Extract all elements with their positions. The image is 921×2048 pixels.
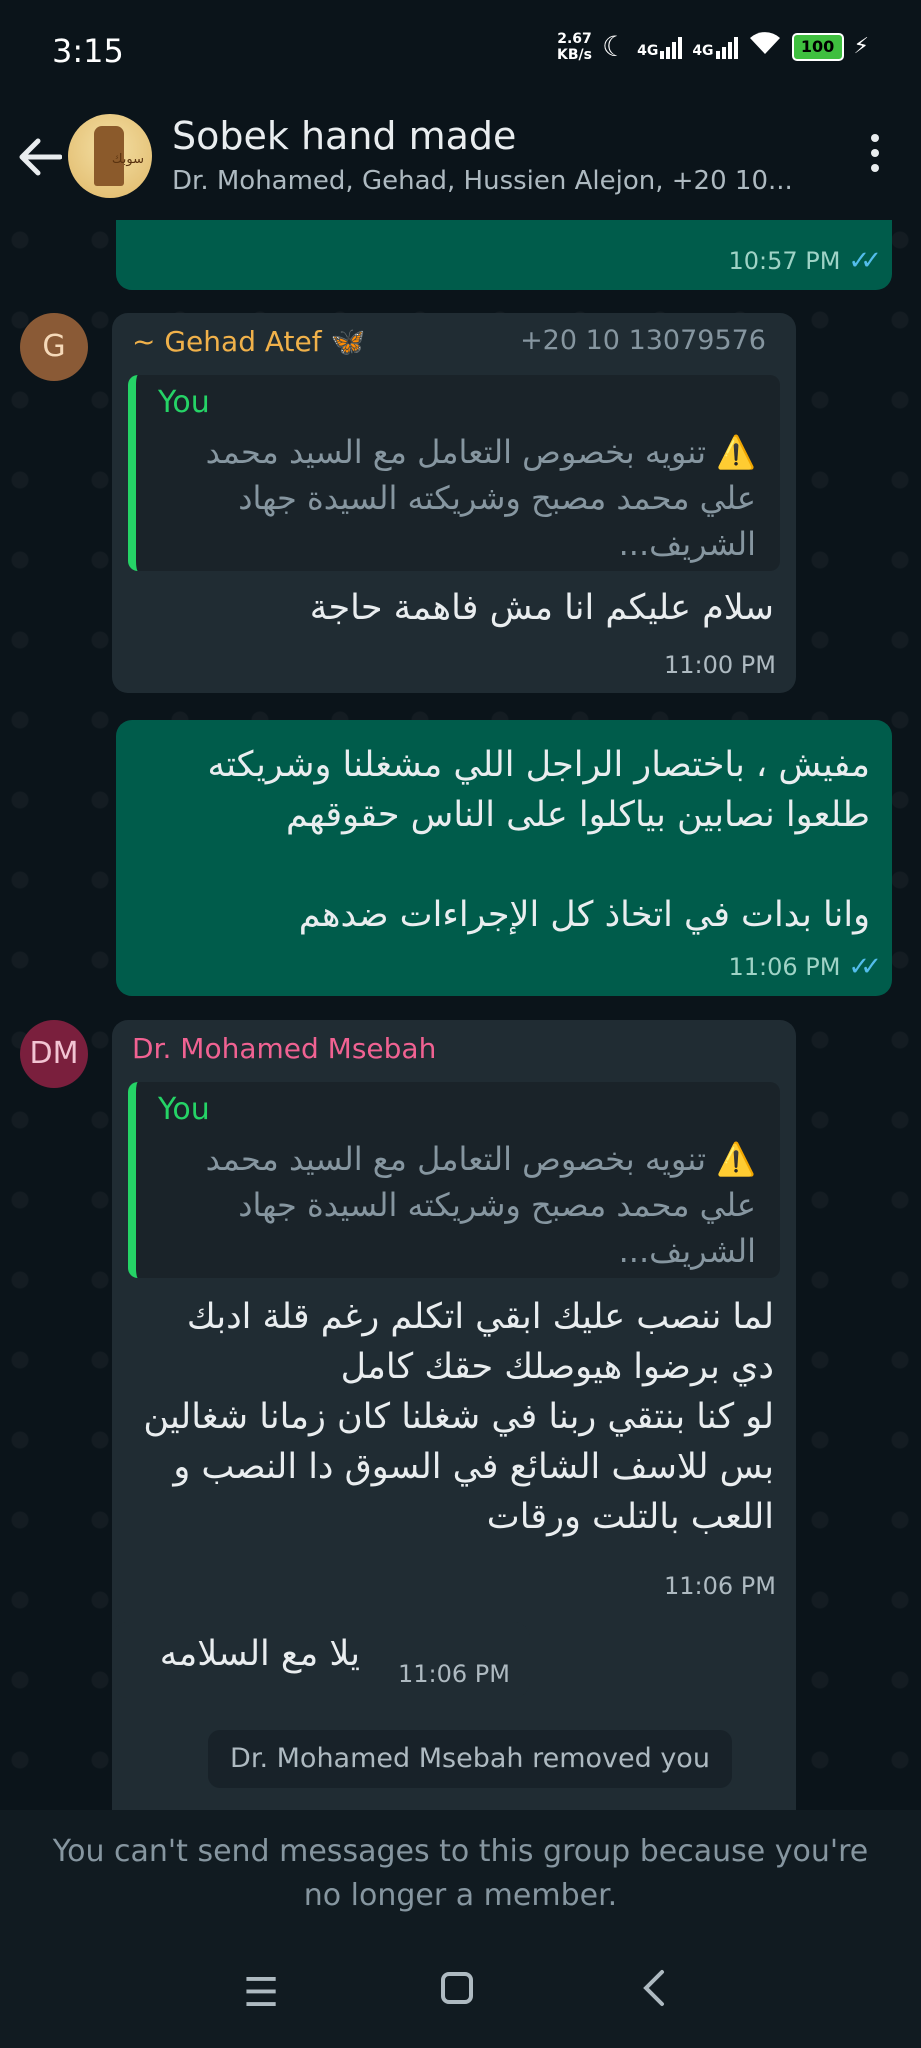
message-text: مفيش ، باختصار الراجل اللي مشغلنا وشريكت… <box>207 745 870 935</box>
message-text: لما ننصب عليك ابقي اتكلم رغم قلة ادبك دي… <box>143 1297 774 1537</box>
warning-icon: ⚠️ <box>716 433 756 471</box>
sender-avatar[interactable]: DM <box>20 1020 88 1088</box>
group-avatar[interactable]: سوبك <box>68 114 152 198</box>
warning-icon: ⚠️ <box>716 1140 756 1178</box>
status-bar: 3:15 2.67 KB/s ☾ 4G 4G 100 ⚡ <box>0 0 921 100</box>
quoted-message[interactable]: You ⚠️ تنويه بخصوص التعامل مع السيد محمد… <box>128 1082 780 1278</box>
system-message: Dr. Mohamed Msebah removed you <box>208 1730 732 1788</box>
message-text: يلا مع السلامه <box>159 1634 360 1674</box>
quoted-text: ⚠️ تنويه بخصوص التعامل مع السيد محمد علي… <box>205 433 756 563</box>
system-nav-bar: ☰ <box>0 1940 921 2048</box>
group-title[interactable]: Sobek hand made <box>172 114 516 158</box>
sim1-network-type: 4G <box>637 42 659 59</box>
sim2-signal-icon: 4G <box>692 35 738 59</box>
group-members[interactable]: Dr. Mohamed, Gehad, Hussien Alejon, +20 … <box>172 166 793 196</box>
quoted-sender: You <box>158 385 210 420</box>
quoted-text: ⚠️ تنويه بخصوص التعامل مع السيد محمد علي… <box>205 1140 756 1270</box>
notice-text: You can't send messages to this group be… <box>52 1834 869 1913</box>
network-speed-value: 2.67 <box>557 30 592 47</box>
message-meta: 11:06 PM <box>398 1660 510 1688</box>
sender-avatar[interactable]: G <box>20 313 88 381</box>
read-receipt-icon: ✓✓ <box>848 952 881 982</box>
message-text: سلام عليكم انا مش فاهمة حاجة <box>309 588 774 628</box>
back-nav-icon[interactable] <box>630 1968 680 2018</box>
chat-header: سوبك Sobek hand made Dr. Mohamed, Gehad,… <box>0 100 921 220</box>
read-receipt-icon: ✓✓ <box>848 246 881 276</box>
recents-icon[interactable]: ☰ <box>236 1968 286 2018</box>
network-speed: 2.67 KB/s <box>557 31 592 63</box>
quoted-sender: You <box>158 1092 210 1127</box>
wifi-icon <box>748 30 782 63</box>
home-icon[interactable] <box>432 1968 482 2018</box>
status-time: 3:15 <box>52 32 124 70</box>
battery-icon: 100 <box>791 32 844 61</box>
do-not-disturb-icon: ☾ <box>601 30 628 63</box>
sim2-network-type: 4G <box>692 42 714 59</box>
group-avatar-text: سوبك <box>111 152 144 167</box>
more-options-icon[interactable] <box>869 130 881 180</box>
status-icons: 2.67 KB/s ☾ 4G 4G 100 ⚡ <box>557 30 869 63</box>
sender-name[interactable]: ~ Gehad Atef 🦋 <box>132 325 365 358</box>
message-bubble-incoming[interactable]: يلا مع السلامه 11:06 PM <box>112 1622 530 1698</box>
message-time: 11:06 PM <box>728 953 841 981</box>
read-only-notice: You can't send messages to this group be… <box>0 1810 921 1940</box>
message-time: 11:06 PM <box>398 1660 510 1688</box>
message-bubble-outgoing[interactable]: مفيش ، باختصار الراجل اللي مشغلنا وشريكت… <box>116 720 892 996</box>
message-meta-wrapper: 11:06 PM <box>112 1560 796 1600</box>
back-arrow-icon[interactable] <box>18 130 68 190</box>
message-meta: 10:57 PM ✓✓ <box>728 246 881 276</box>
message-time: 11:00 PM <box>664 651 776 679</box>
message-bubble-outgoing[interactable]: 10:57 PM ✓✓ <box>116 220 892 290</box>
sim1-signal-icon: 4G <box>637 35 683 59</box>
message-meta: 11:00 PM <box>664 651 776 679</box>
message-bubble-incoming[interactable]: ~ Gehad Atef 🦋 +20 10 13079576 You ⚠️ تن… <box>112 313 796 693</box>
sender-name[interactable]: Dr. Mohamed Msebah <box>132 1032 436 1065</box>
message-time: 10:57 PM <box>728 247 841 275</box>
message-meta: 11:06 PM <box>664 1572 776 1600</box>
message-time: 11:06 PM <box>664 1572 776 1600</box>
message-meta: 11:06 PM ✓✓ <box>728 952 881 982</box>
charging-icon: ⚡ <box>853 34 869 59</box>
network-speed-unit: KB/s <box>557 46 592 63</box>
sender-phone: +20 10 13079576 <box>520 325 766 356</box>
quoted-message[interactable]: You ⚠️ تنويه بخصوص التعامل مع السيد محمد… <box>128 375 780 571</box>
